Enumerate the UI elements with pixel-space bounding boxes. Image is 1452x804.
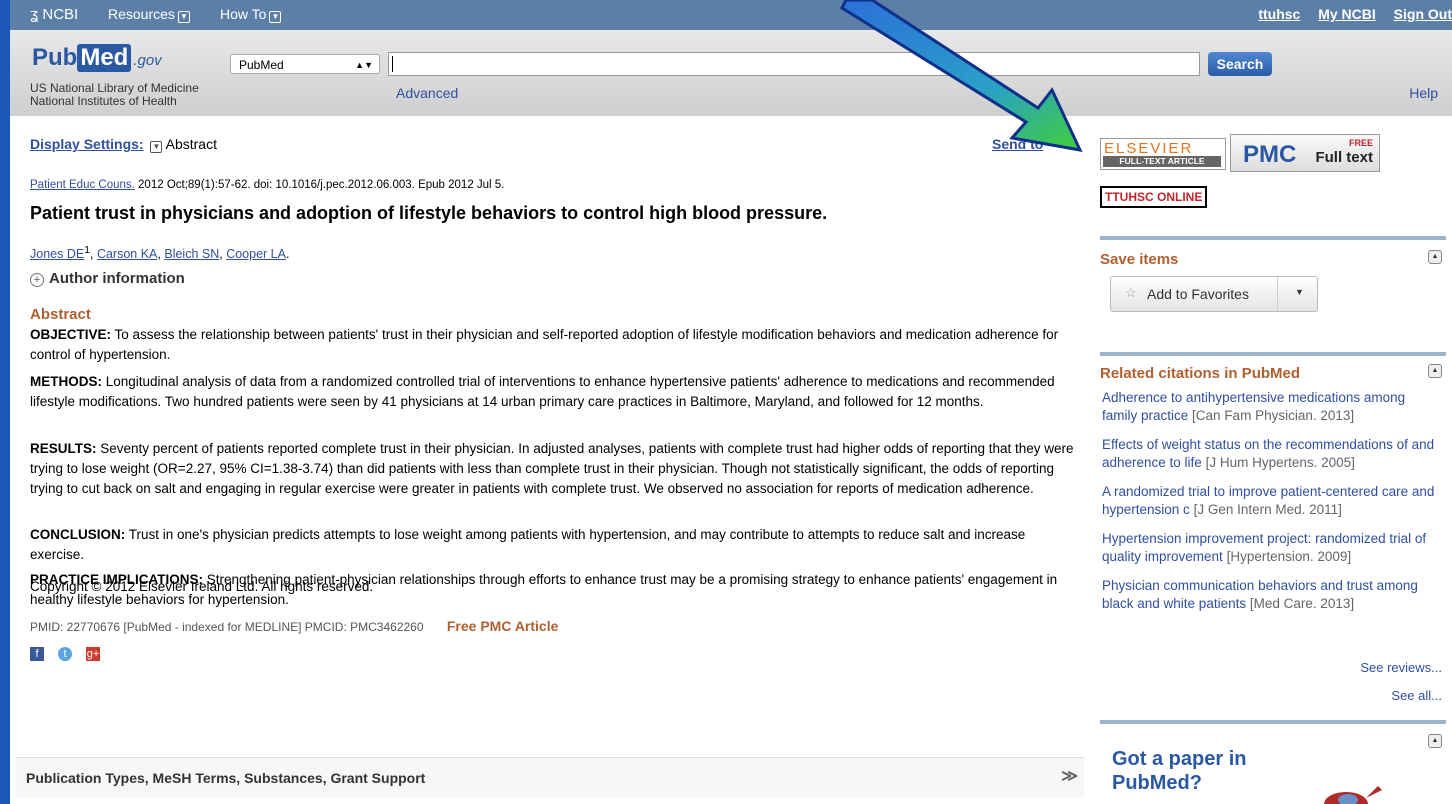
abstract-methods: METHODS: Longitudinal analysis of data f… [30,374,1055,409]
user-links: ttuhsc My NCBI Sign Out [1244,6,1452,22]
abstract-objective: OBJECTIVE: To assess the relationship be… [30,327,1059,362]
chevron-down-icon: ▼ [177,11,190,23]
pubmed-logo[interactable]: Pub Med .gov [32,44,162,72]
abstract-heading: Abstract [30,306,91,323]
advanced-search-link[interactable]: Advanced [396,85,458,101]
help-link[interactable]: Help [1409,85,1438,101]
related-citation-item[interactable]: Effects of weight status on the recommen… [1102,436,1442,472]
collapse-icon[interactable]: ▲ [1428,364,1442,378]
free-pmc-article-link[interactable]: Free PMC Article [447,618,559,634]
resources-menu[interactable]: Resources ▼ [108,6,190,23]
portlet-divider [1100,352,1446,356]
pmc-fulltext-button[interactable]: PMC FREE Full text [1230,134,1380,172]
author-information-toggle[interactable]: + Author information [30,270,185,287]
pmid-line: PMID: 22770676 [PubMed - indexed for MED… [30,618,559,634]
send-to-menu[interactable]: Send to [992,136,1043,152]
ncbi-helix-icon: ʓ [30,6,39,23]
mascot-illustration [1324,786,1382,804]
author-link[interactable]: Cooper LA [226,247,286,261]
related-citation-item[interactable]: A randomized trial to improve patient-ce… [1102,483,1442,519]
journal-link[interactable]: Patient Educ Couns. [30,179,135,191]
see-all-link[interactable]: See all... [1391,688,1442,703]
related-citations-heading: Related citations in PubMed [1100,365,1301,382]
ttuhsc-online-link[interactable]: TTUHSC ONLINE [1100,186,1208,208]
abstract-results: RESULTS: Seventy percent of patients rep… [30,441,1074,496]
author-link[interactable]: Jones DE [30,247,84,261]
search-button[interactable]: Search [1208,52,1272,76]
see-reviews-link[interactable]: See reviews... [1360,660,1442,675]
citation-line: Patient Educ Couns. 2012 Oct;89(1):57-62… [30,179,505,191]
got-a-paper-promo[interactable]: Got a paper in PubMed? [1112,747,1262,795]
collapse-icon[interactable]: ▲ [1428,250,1442,264]
chevron-down-icon: ▼ [150,141,163,153]
copyright-notice: Copyright © 2012 Elsevier Ireland Ltd. A… [30,579,374,594]
collapse-icon[interactable]: ▲ [1428,734,1442,748]
search-input[interactable] [388,52,1200,76]
share-buttons: f t g+ [30,647,100,661]
related-citation-item[interactable]: Physician communication behaviors and tr… [1102,577,1442,613]
elsevier-fulltext-button[interactable]: ELSEVIER FULL-TEXT ARTICLE [1100,138,1226,170]
add-to-favorites-button[interactable]: ☆ Add to Favorites ▼ [1110,276,1318,312]
expand-plus-icon: + [30,273,44,287]
double-chevron-down-icon: ≫ [1061,768,1078,785]
ncbi-top-bar: ʓ NCBI Resources ▼ How To ▼ ttuhsc My NCBI… [10,0,1452,30]
facebook-icon[interactable]: f [30,647,44,661]
nlm-tagline: US National Library of Medicine National… [30,81,199,108]
chevron-down-icon: ▼ [269,11,282,23]
text-caret [392,56,393,72]
related-citation-item[interactable]: Hypertension improvement project: random… [1102,530,1442,566]
display-settings[interactable]: Display Settings: ▼ Abstract [30,136,217,153]
portlet-divider [1100,236,1446,240]
publication-types-section[interactable]: Publication Types, MeSH Terms, Substance… [16,757,1084,798]
author-list: Jones DE1, Carson KA, Bleich SN, Cooper … [30,245,290,262]
sign-out-link[interactable]: Sign Out [1394,6,1452,22]
google-plus-icon[interactable]: g+ [86,647,100,661]
twitter-icon[interactable]: t [58,647,72,661]
article-title: Patient trust in physicians and adoption… [30,203,828,223]
portlet-divider [1100,720,1446,724]
search-header: Pub Med .gov US National Library of Medici… [10,30,1452,116]
author-link[interactable]: Carson KA [97,247,157,261]
username-link[interactable]: ttuhsc [1258,6,1300,22]
abstract-conclusion: CONCLUSION: Trust in one's physician pre… [30,527,1026,562]
mascot-image [224,668,284,684]
related-citation-item[interactable]: Adherence to antihypertensive medication… [1102,389,1442,425]
ncbi-logo[interactable]: ʓ NCBI [30,6,78,23]
window-frame-left [0,0,10,804]
save-items-heading: Save items [1100,251,1179,268]
star-icon: ☆ [1125,285,1137,300]
howto-menu[interactable]: How To ▼ [220,6,282,23]
dropdown-arrow-icon[interactable]: ▼ [1295,287,1304,297]
my-ncbi-link[interactable]: My NCBI [1318,6,1376,22]
author-link[interactable]: Bleich SN [164,247,219,261]
database-select[interactable]: PubMed ▲▼ [230,54,380,74]
select-arrows-icon: ▲▼ [355,60,373,70]
